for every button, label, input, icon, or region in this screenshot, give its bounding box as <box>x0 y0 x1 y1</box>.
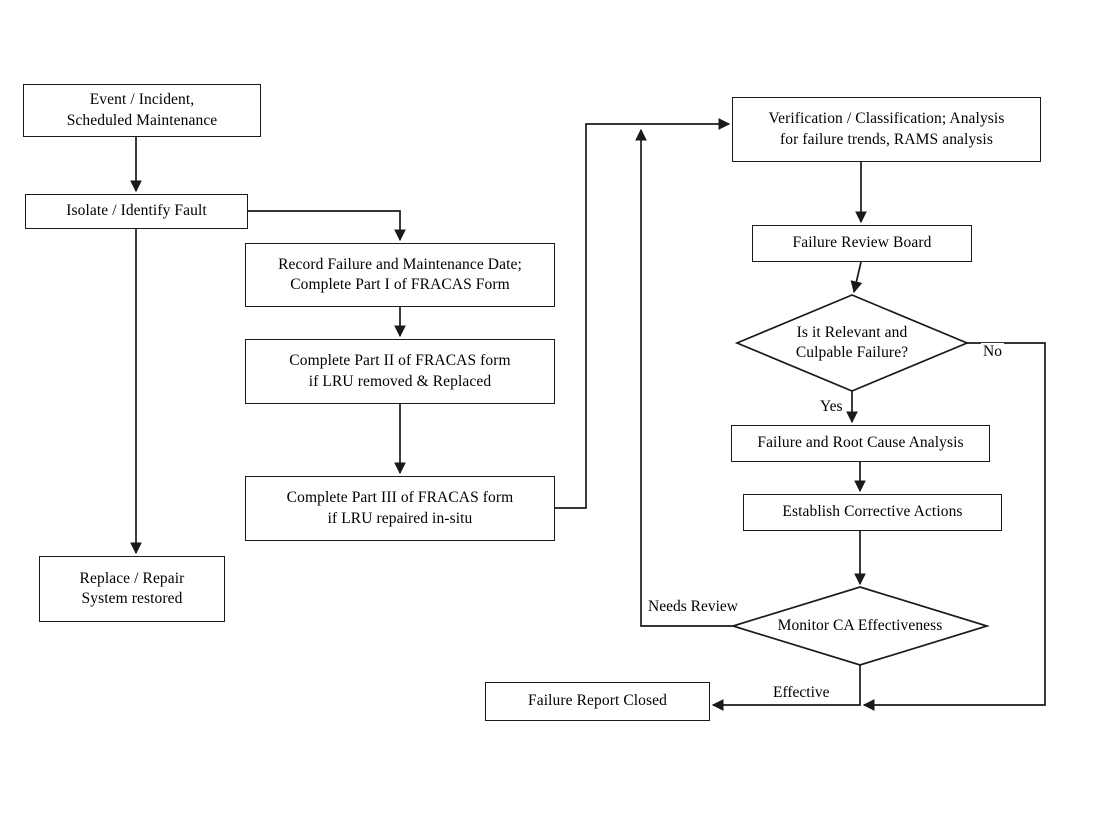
node-complete-part-iii[interactable]: Complete Part III of FRACAS form if LRU … <box>245 476 555 541</box>
node-establish-corrective-actions[interactable]: Establish Corrective Actions <box>743 494 1002 531</box>
edge-frb-to-decision <box>850 261 863 294</box>
node-label: Establish Corrective Actions <box>782 503 963 521</box>
edge-label-yes: Yes <box>818 398 845 416</box>
node-failure-root-cause-analysis[interactable]: Failure and Root Cause Analysis <box>731 425 990 462</box>
node-label: Failure Report Closed <box>528 692 667 710</box>
flowchart-canvas: Event / Incident, Scheduled Maintenance … <box>0 0 1111 833</box>
node-label: Verification / Classification; Analysis … <box>768 110 1005 148</box>
node-failure-report-closed[interactable]: Failure Report Closed <box>485 682 710 721</box>
node-failure-review-board[interactable]: Failure Review Board <box>752 225 972 262</box>
edge-isolate-to-record <box>248 210 406 242</box>
node-verification-classification[interactable]: Verification / Classification; Analysis … <box>732 97 1041 162</box>
edge-needs-review-to-verification <box>635 128 733 627</box>
edge-label-effective: Effective <box>771 684 832 702</box>
node-record-failure[interactable]: Record Failure and Maintenance Date; Com… <box>245 243 555 307</box>
node-monitor-ca-effectiveness[interactable]: Monitor CA Effectiveness <box>730 586 990 666</box>
node-label: Failure and Root Cause Analysis <box>757 434 964 452</box>
edge-partiii-to-verification <box>555 118 731 509</box>
node-is-relevant-culpable[interactable]: Is it Relevant and Culpable Failure? <box>734 294 970 392</box>
node-label: Failure Review Board <box>792 234 932 252</box>
node-event-incident[interactable]: Event / Incident, Scheduled Maintenance <box>23 84 261 137</box>
node-label: Complete Part II of FRACAS form if LRU r… <box>289 352 511 390</box>
node-label: Complete Part III of FRACAS form if LRU … <box>286 489 514 527</box>
diamond-shape <box>734 294 970 392</box>
edge-label-no: No <box>981 343 1004 361</box>
node-label: Event / Incident, Scheduled Maintenance <box>66 91 218 129</box>
node-replace-repair[interactable]: Replace / Repair System restored <box>39 556 225 622</box>
node-label: Replace / Repair System restored <box>79 569 185 607</box>
node-label: Isolate / Identify Fault <box>66 202 207 220</box>
node-complete-part-ii[interactable]: Complete Part II of FRACAS form if LRU r… <box>245 339 555 404</box>
edge-label-needs-review: Needs Review <box>646 598 740 616</box>
node-label: Record Failure and Maintenance Date; Com… <box>278 255 522 293</box>
diamond-shape <box>730 586 990 666</box>
node-isolate-identify-fault[interactable]: Isolate / Identify Fault <box>25 194 248 229</box>
